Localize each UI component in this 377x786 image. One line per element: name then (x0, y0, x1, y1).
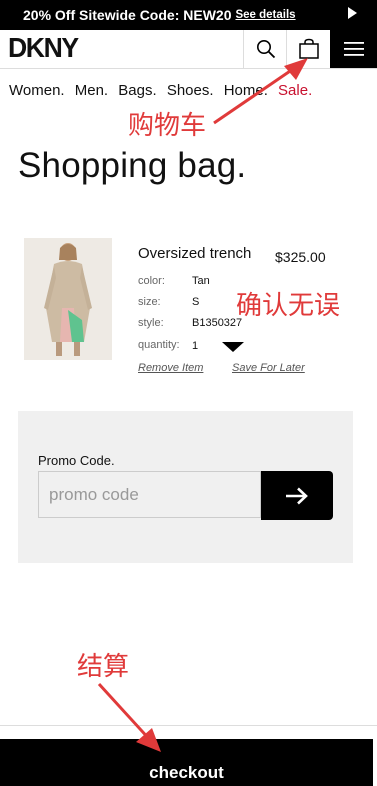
style-label: style: (138, 317, 164, 329)
style-value: B1350327 (192, 317, 243, 329)
quantity-label: quantity: (138, 339, 180, 351)
promo-code-panel: Promo Code. (18, 411, 353, 563)
hamburger-menu-icon (343, 42, 364, 56)
see-details-link[interactable]: See details (235, 9, 295, 21)
nav-item-home[interactable]: Home. (224, 82, 268, 99)
search-button[interactable] (243, 30, 287, 68)
search-icon (256, 40, 275, 59)
footer-divider (0, 725, 377, 726)
promo-code-submit-button[interactable] (261, 471, 333, 520)
nav-item-sale[interactable]: Sale. (278, 82, 312, 99)
nav-item-shoes[interactable]: Shoes. (167, 82, 214, 99)
product-image[interactable] (24, 238, 112, 360)
promo-banner: 20% Off Sitewide Code: NEW20 See details (0, 0, 377, 30)
nav-item-bags[interactable]: Bags. (118, 82, 156, 99)
confirm-annotation: 确认无误 (236, 290, 341, 320)
quantity-value[interactable]: 1 (192, 340, 198, 352)
promo-code-label: Promo Code. (38, 453, 115, 468)
nav-item-men[interactable]: Men. (75, 82, 108, 99)
promo-banner-text: 20% Off Sitewide Code: NEW20 (23, 7, 232, 23)
play-arrow-icon[interactable] (348, 7, 357, 19)
arrow-right-icon (286, 487, 308, 504)
menu-button[interactable] (330, 30, 377, 68)
color-value: Tan (192, 275, 210, 287)
quantity-dropdown-icon[interactable] (222, 342, 244, 352)
trench-coat-model-image (24, 238, 112, 360)
checkout-annotation: 结算 (77, 651, 130, 681)
size-label: size: (138, 296, 161, 308)
color-label: color: (138, 275, 165, 287)
site-header: DKNY (0, 30, 377, 69)
size-value: S (192, 296, 200, 308)
nav-item-women[interactable]: Women. (9, 82, 65, 99)
save-for-later-link[interactable]: Save For Later (232, 362, 305, 374)
remove-item-link[interactable]: Remove Item (138, 362, 203, 374)
checkout-button[interactable]: checkout (0, 739, 373, 786)
page-title: Shopping bag. (18, 146, 247, 185)
product-name[interactable]: Oversized trench (138, 245, 251, 262)
shopping-bag-icon (298, 38, 319, 59)
product-price: $325.00 (275, 249, 326, 265)
category-nav: Women. Men. Bags. Shoes. Home. Sale. (9, 82, 318, 99)
shopping-bag-button[interactable] (286, 30, 330, 68)
promo-code-input[interactable] (38, 471, 261, 518)
brand-logo[interactable]: DKNY (8, 32, 79, 64)
cart-annotation: 购物车 (128, 110, 207, 140)
